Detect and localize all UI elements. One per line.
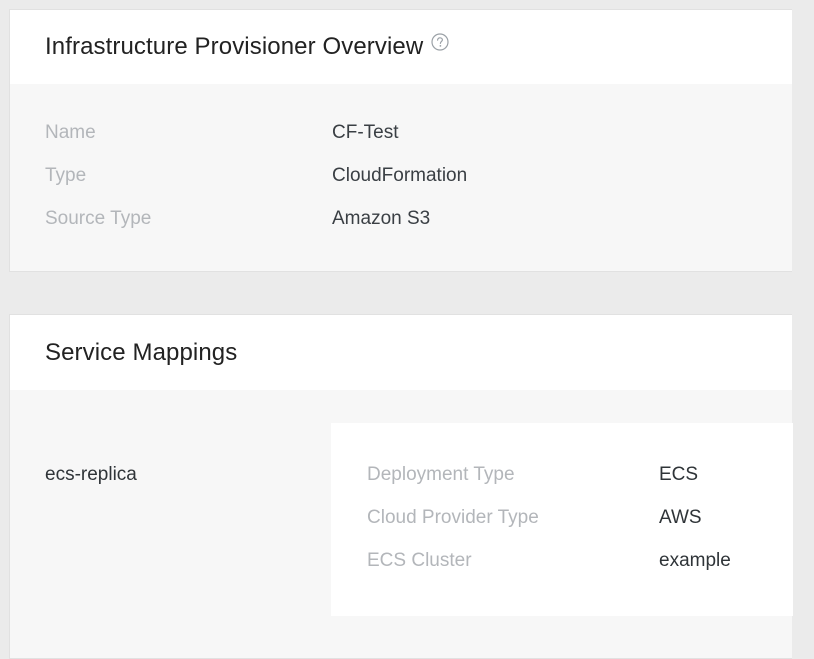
detail-value: CloudFormation [332,165,468,186]
service-mappings-title: Service Mappings [45,338,238,366]
mapping-label: Deployment Type [367,464,515,485]
page: { "overview": { "title": "Infrastructure… [0,0,814,659]
mapping-details-panel: Deployment Type ECS Cloud Provider Type … [331,423,793,616]
overview-card-header: Infrastructure Provisioner Overview [10,10,792,84]
mapping-value: ECS [659,464,699,485]
mapping-label: Cloud Provider Type [367,507,539,528]
detail-label: Name [45,122,96,143]
mapping-label: ECS Cluster [367,550,472,571]
mapping-service-name: ecs-replica [45,464,137,485]
detail-label: Type [45,165,87,186]
detail-label: Source Type [45,208,152,229]
mapping-value: example [659,550,731,571]
mapping-value: AWS [659,507,702,528]
overview-title: Infrastructure Provisioner Overview [45,33,424,60]
overview-card: Infrastructure Provisioner Overview Name… [9,9,792,272]
service-mappings-card-header: Service Mappings [10,315,792,390]
detail-value: Amazon S3 [332,208,431,229]
detail-value: CF-Test [332,122,399,143]
help-circle-icon[interactable] [431,33,449,51]
service-mappings-card: Service Mappings ecs-replica Deployment … [9,314,793,659]
